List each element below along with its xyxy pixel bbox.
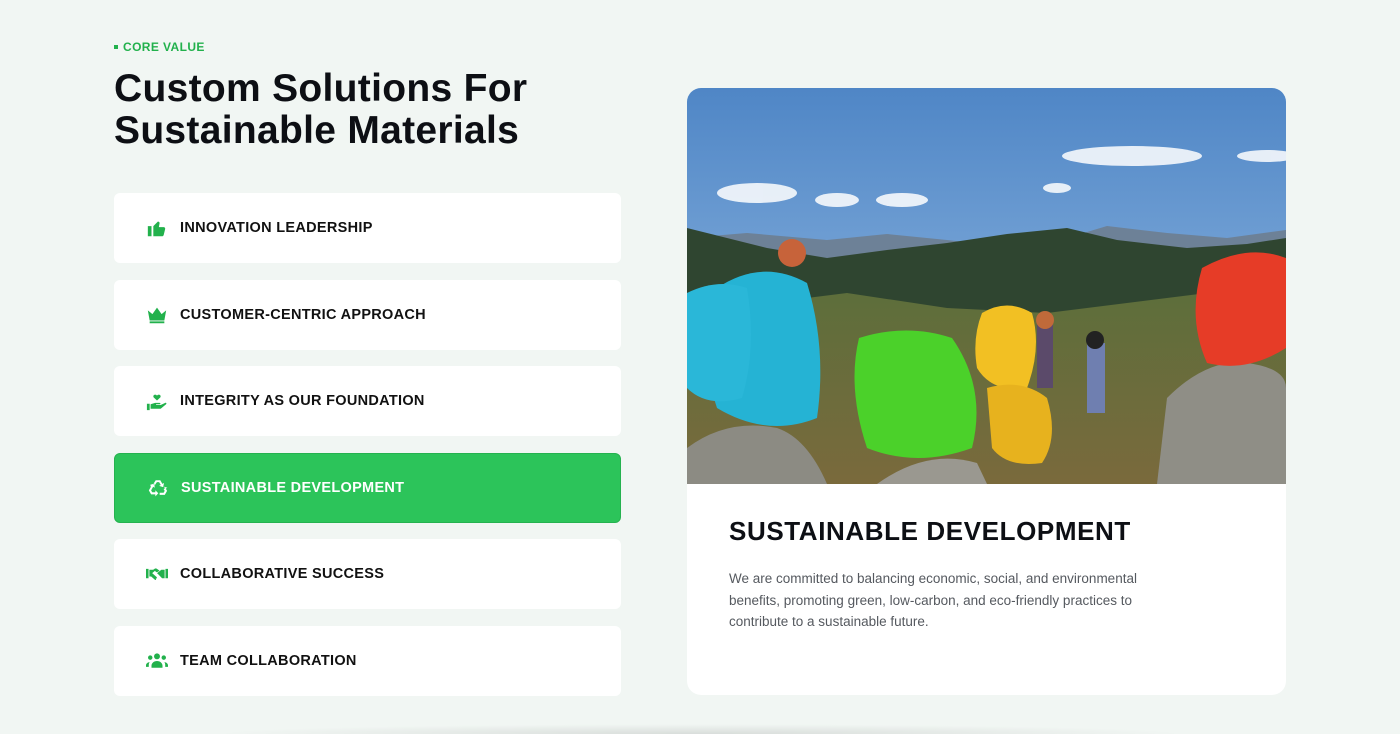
value-item-integrity[interactable]: INTEGRITY AS OUR FOUNDATION: [114, 366, 621, 437]
value-item-label: INTEGRITY AS OUR FOUNDATION: [180, 393, 425, 410]
detail-title: SUSTAINABLE DEVELOPMENT: [729, 516, 1131, 546]
volunteers-mountain-photo: [687, 88, 1286, 484]
eyebrow-label: CORE VALUE: [123, 40, 205, 54]
hand-heart-icon: [146, 390, 168, 412]
core-value-section: CORE VALUE Custom Solutions For Sustaina…: [0, 0, 1400, 734]
value-item-label: SUSTAINABLE DEVELOPMENT: [181, 479, 405, 496]
detail-description: We are committed to balancing economic, …: [729, 571, 1137, 629]
value-item-sustainable-development[interactable]: SUSTAINABLE DEVELOPMENT: [114, 452, 621, 523]
value-item-label: INNOVATION LEADERSHIP: [180, 220, 373, 236]
value-item-innovation-leadership[interactable]: INNOVATION LEADERSHIP: [114, 193, 621, 263]
section-eyebrow: CORE VALUE: [114, 40, 205, 54]
handshake-icon: [146, 563, 168, 585]
section-bottom-shadow: [210, 724, 1190, 734]
value-item-label: TEAM COLLABORATION: [180, 652, 357, 669]
value-item-label: CUSTOMER-CENTRIC APPROACH: [180, 306, 426, 323]
thumbs-up-icon: [146, 217, 168, 239]
users-icon: [146, 650, 168, 672]
value-item-collaborative-success[interactable]: COLLABORATIVE SUCCESS: [114, 539, 621, 610]
value-item-customer-centric[interactable]: CUSTOMER-CENTRIC APPROACH: [114, 279, 621, 350]
recycle-icon: [147, 477, 169, 499]
value-detail-card: SUSTAINABLE DEVELOPMENT We are committed…: [687, 88, 1286, 695]
eyebrow-square-icon: [114, 45, 118, 49]
value-item-label: COLLABORATIVE SUCCESS: [180, 566, 385, 583]
section-headline: Custom Solutions For Sustainable Materia…: [114, 67, 528, 152]
value-item-team-collaboration[interactable]: TEAM COLLABORATION: [114, 625, 621, 696]
core-values-list: INNOVATION LEADERSHIP CUSTOMER-CENTRIC A…: [114, 193, 621, 713]
crown-icon: [146, 304, 168, 326]
